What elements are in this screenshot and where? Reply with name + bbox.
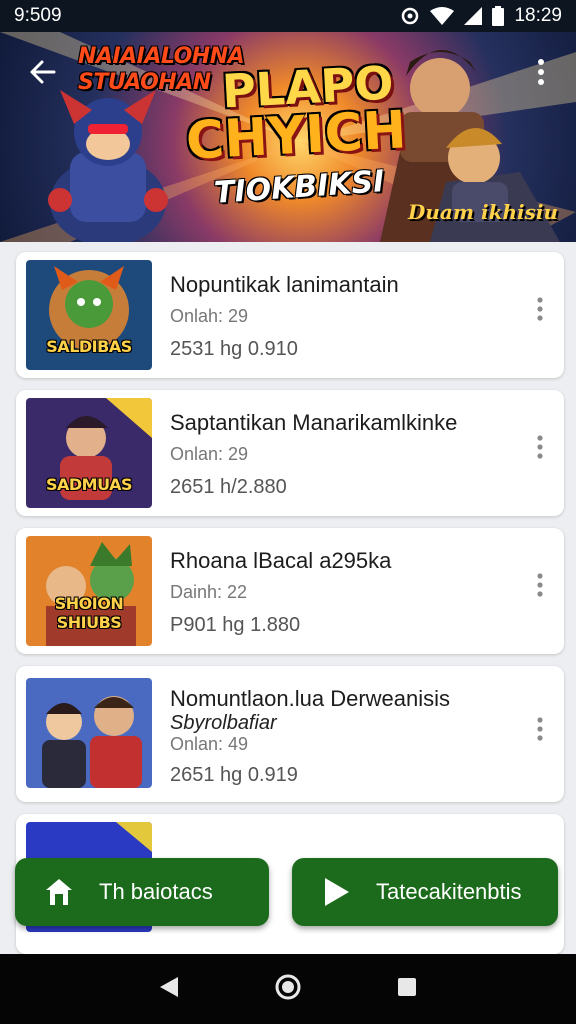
list-item[interactable]: SHOION SHIUBS Rhoana lBacal a295ka Dainh… [16, 528, 564, 654]
item-meta: Onlan: 49 [170, 734, 249, 754]
item-title: Nopuntikak lanimantain [170, 272, 399, 297]
item-title: Nomuntlaon.lua Derweanisis [170, 686, 451, 711]
item-meta: Onlah: 29 [170, 306, 249, 326]
list-item[interactable]: SADMUAS Saptantikan Manarikamlkinke Onla… [16, 390, 564, 516]
more-vert-icon [537, 716, 543, 746]
status-time-right: 18:29 [514, 5, 562, 26]
item-more-button[interactable] [530, 572, 550, 602]
item-more-button[interactable] [530, 434, 550, 464]
item-more-button[interactable] [530, 716, 550, 746]
wifi-icon [430, 7, 455, 25]
item-stats: P901 hg 1.880 [170, 614, 301, 636]
item-meta: Onlan: 29 [170, 444, 249, 464]
play-icon [318, 874, 354, 910]
nav-recents-icon [396, 976, 418, 1003]
home-icon [41, 874, 77, 910]
more-vert-icon [537, 296, 543, 326]
status-time-left: 9:509 [14, 5, 62, 26]
nav-recents-button[interactable] [387, 969, 427, 1009]
item-title: Rhoana lBacal a295ka [170, 548, 392, 573]
nav-home-button[interactable] [268, 969, 308, 1009]
item-more-button[interactable] [530, 296, 550, 326]
game-thumbnail [26, 678, 152, 788]
banner-title-line2: CHYICH [184, 100, 408, 172]
more-vert-icon [537, 434, 543, 464]
item-stats: 2651 h/2.880 [170, 476, 287, 498]
nav-back-icon [158, 975, 180, 1004]
nav-back-button[interactable] [149, 969, 189, 1009]
status-bar: 9:509 18:29 [0, 0, 576, 32]
home-action-label: Th baiotacs [99, 879, 213, 904]
list-item[interactable]: SALDIBAS Nopuntikak lanimantain Onlah: 2… [16, 252, 564, 378]
item-stats: 2531 hg 0.910 [170, 338, 298, 360]
game-list: SALDIBAS Nopuntikak lanimantain Onlah: 2… [16, 252, 564, 954]
status-icons: 18:29 [400, 5, 562, 27]
item-title: Saptantikan Manarikamlkinke [170, 410, 458, 435]
more-vert-icon [537, 58, 545, 91]
home-action-button[interactable]: Th baiotacs [15, 858, 269, 926]
game-thumbnail: SHOION SHIUBS [26, 536, 152, 646]
more-vert-icon [537, 572, 543, 602]
game-thumbnail: SADMUAS [26, 398, 152, 508]
arrow-back-icon [28, 58, 56, 91]
left-hero-figure [48, 90, 168, 242]
item-meta: Dainh: 22 [170, 582, 248, 602]
hero-banner: NAIAIALOHNA STUAOHAN PLAPO CHYICH TIOKBI… [0, 32, 576, 242]
signal-icon [464, 7, 483, 25]
thumbnail-label: SHOION SHIUBS [54, 594, 124, 632]
play-action-button[interactable]: Tatecakitenbtis [292, 858, 558, 926]
thumbnail-label: SALDIBAS [46, 337, 132, 356]
list-item[interactable]: Nomuntlaon.lua Derweanisis Sbyrolbafiar … [16, 666, 564, 802]
cast-icon [400, 6, 420, 26]
system-nav-bar [0, 954, 576, 1024]
item-stats: 2651 hg 0.919 [170, 764, 298, 786]
item-subtitle: Sbyrolbafiar [170, 712, 277, 734]
banner-tagline: Duam ikhisiu [408, 200, 558, 224]
back-button[interactable] [22, 54, 62, 94]
overflow-menu-button[interactable] [528, 54, 554, 94]
nav-home-icon [274, 973, 302, 1006]
banner-small-text: NAIAIALOHNA STUAOHAN [78, 44, 245, 95]
game-thumbnail: SALDIBAS [26, 260, 152, 370]
thumbnail-label: SADMUAS [45, 475, 133, 494]
play-action-label: Tatecakitenbtis [376, 879, 522, 904]
battery-icon [492, 6, 505, 26]
app-screen: 9:509 18:29 NAIAIALOHNA STUAOHAN PLAPO C… [0, 0, 576, 1024]
